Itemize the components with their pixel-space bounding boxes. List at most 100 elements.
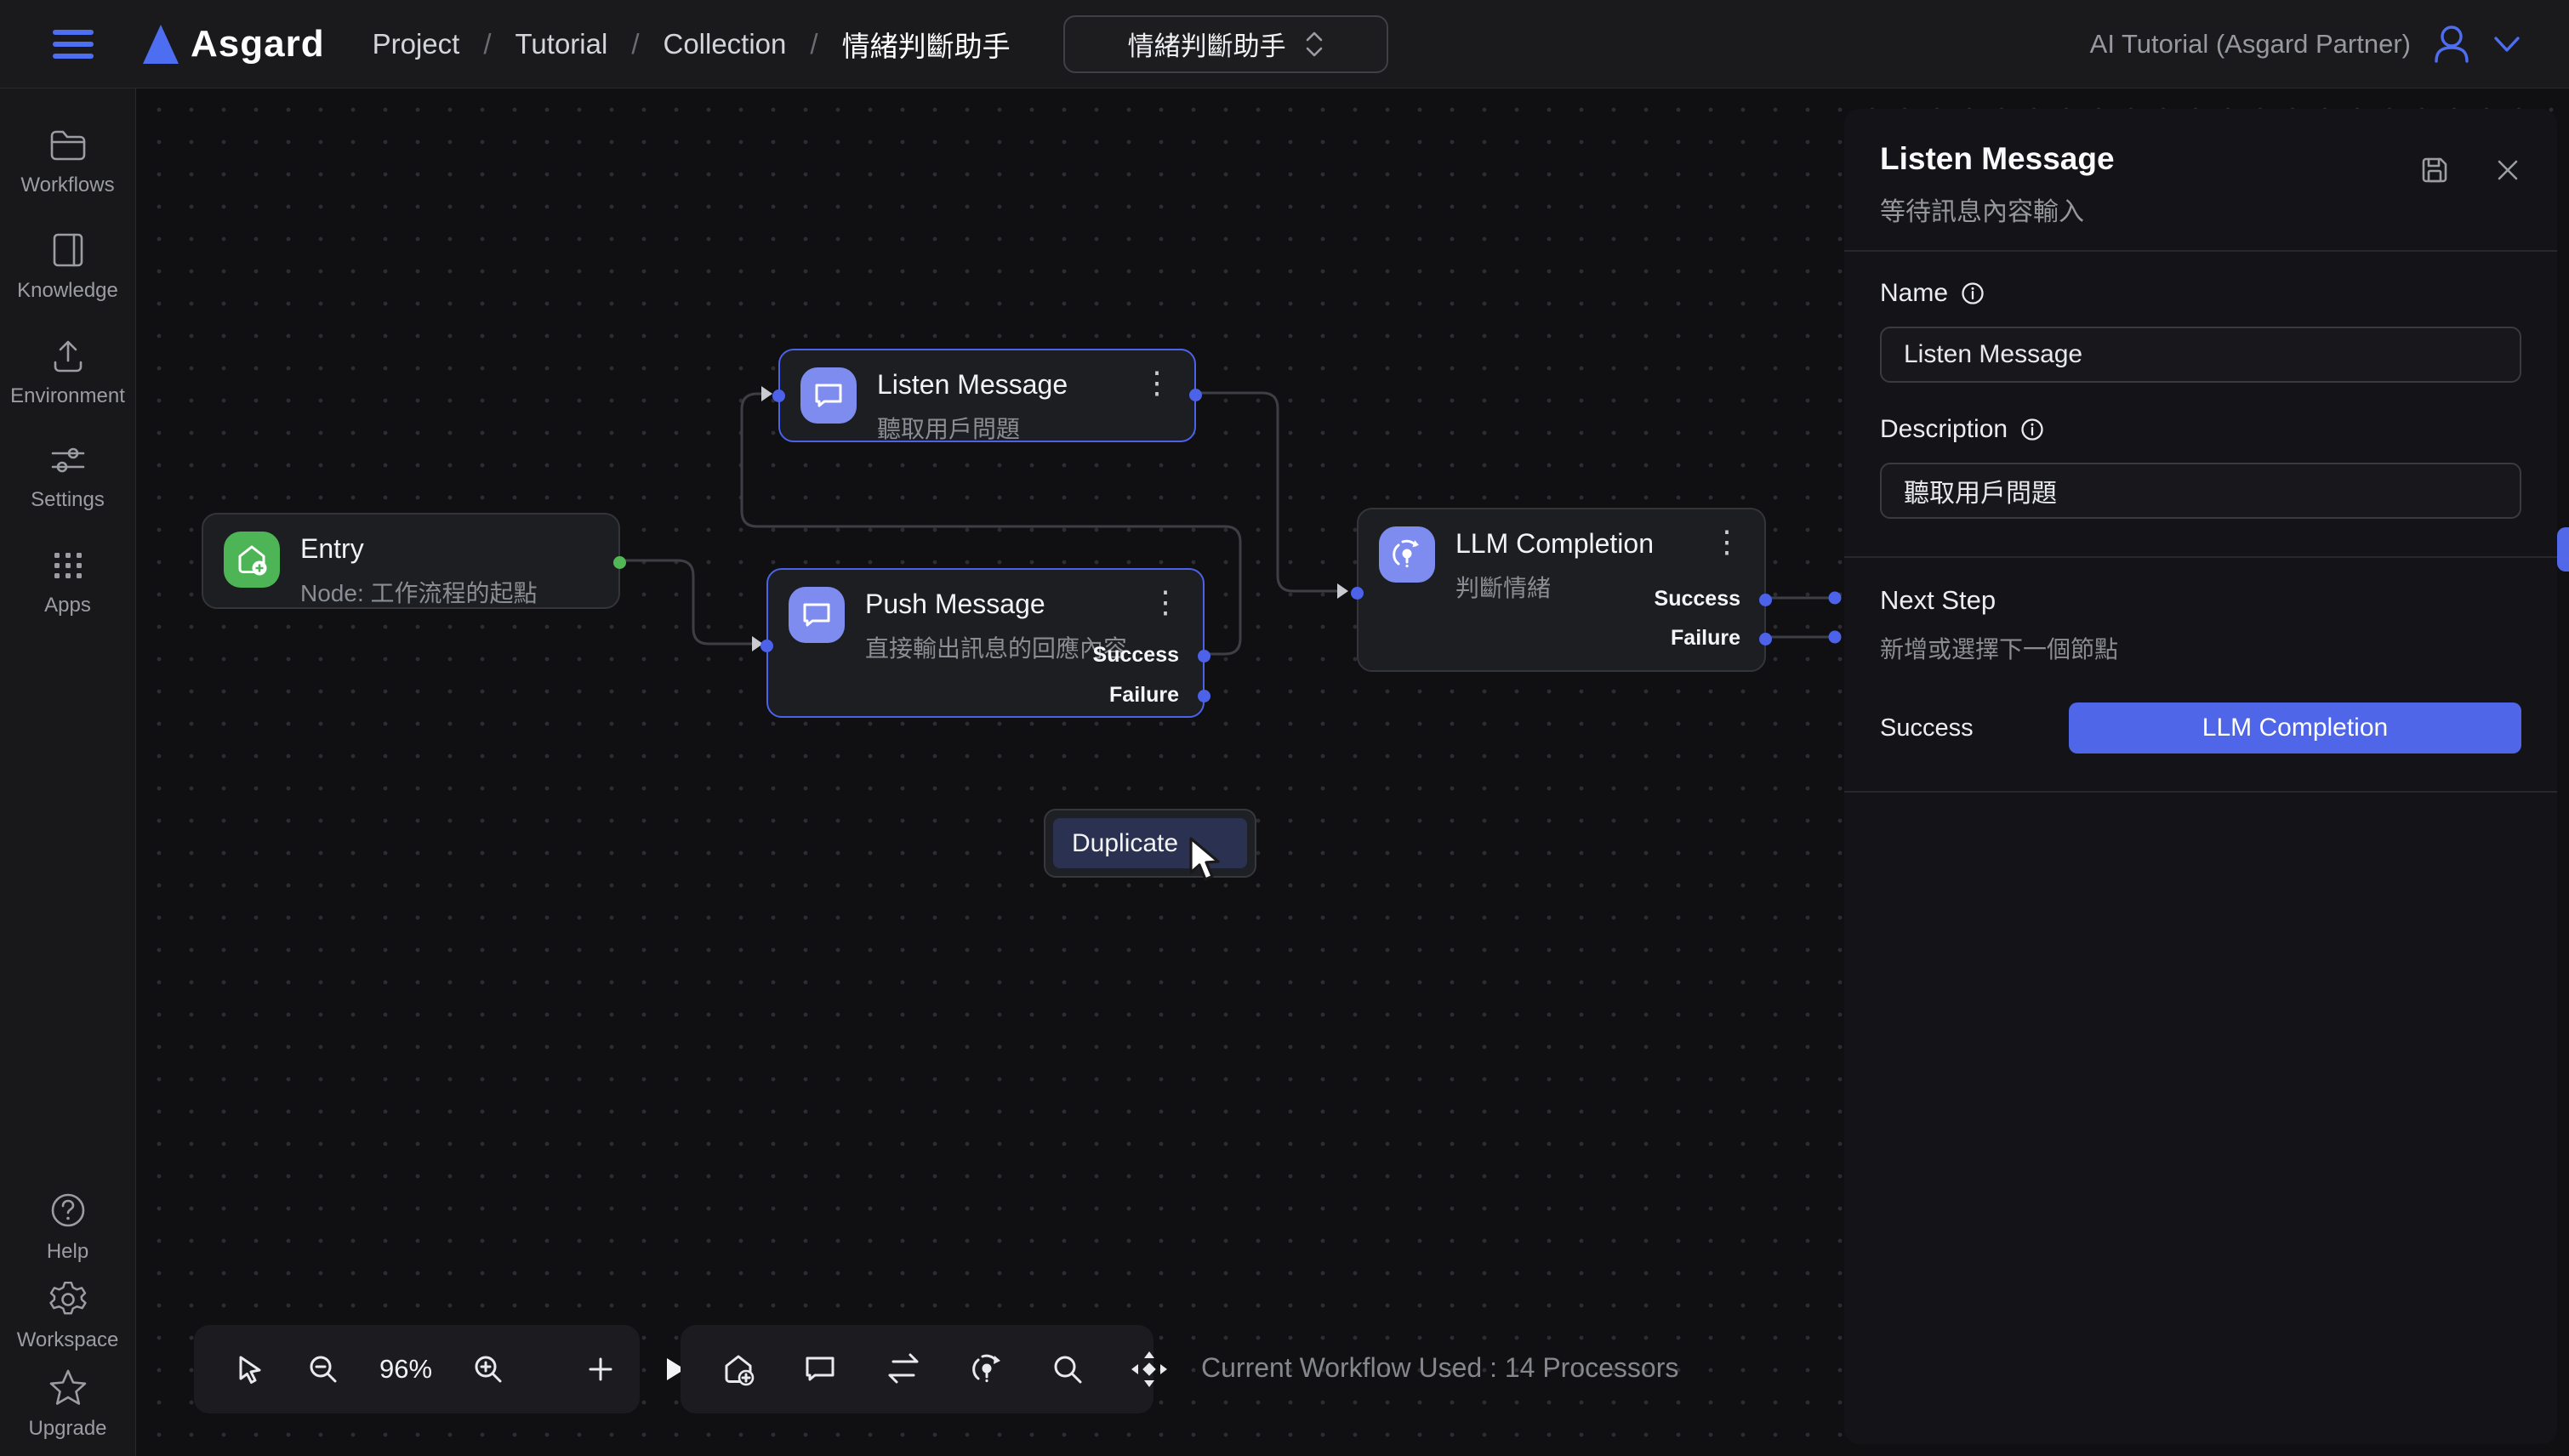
breadcrumb-separator: / bbox=[483, 28, 491, 60]
llm-node-tool[interactable] bbox=[968, 1351, 1005, 1388]
push-message-node-icon bbox=[789, 587, 845, 643]
add-node-button[interactable] bbox=[584, 1352, 618, 1386]
entry-node-icon bbox=[224, 532, 280, 588]
entry-output-port[interactable] bbox=[613, 556, 626, 569]
help-icon bbox=[48, 1191, 88, 1230]
sidebar-item-label: Help bbox=[47, 1240, 88, 1264]
move-tool[interactable] bbox=[1130, 1350, 1169, 1389]
zoom-level-value: 96% bbox=[379, 1354, 432, 1385]
chat-bubble-icon bbox=[801, 1351, 839, 1388]
mouse-cursor bbox=[1184, 835, 1232, 888]
sidebar-item-workflows[interactable]: Workflows bbox=[0, 128, 135, 197]
swap-arrows-icon bbox=[883, 1351, 924, 1388]
select-cursor-button[interactable] bbox=[233, 1352, 267, 1386]
offscreen-node-edge[interactable] bbox=[2557, 527, 2569, 572]
sidebar-item-upgrade[interactable]: Upgrade bbox=[0, 1368, 135, 1441]
output-label-success: Success bbox=[1093, 643, 1179, 668]
menu-icon[interactable] bbox=[53, 30, 94, 59]
push-success-port[interactable] bbox=[1198, 650, 1210, 663]
breadcrumb-collection[interactable]: Collection bbox=[663, 28, 786, 60]
llm-failure-port[interactable] bbox=[1759, 633, 1772, 646]
info-icon[interactable] bbox=[1960, 281, 1985, 306]
brand-name: Asgard bbox=[191, 23, 325, 65]
description-input[interactable] bbox=[1880, 463, 2521, 519]
listen-input-port[interactable] bbox=[772, 390, 785, 402]
breadcrumb-separator: / bbox=[631, 28, 639, 60]
node-subtitle: 聽取用戶問題 bbox=[877, 411, 1068, 445]
node-push-message[interactable]: Push Message 直接輸出訊息的回應內容 ⋮ Success Failu… bbox=[766, 568, 1205, 718]
sidebar-item-workspace[interactable]: Workspace bbox=[0, 1279, 135, 1352]
breadcrumb-project[interactable]: Project bbox=[373, 28, 460, 60]
breadcrumb-tutorial[interactable]: Tutorial bbox=[515, 28, 607, 60]
push-input-port[interactable] bbox=[760, 640, 773, 652]
llm-success-port[interactable] bbox=[1759, 594, 1772, 606]
next-step-subtitle: 新增或選擇下一個節點 bbox=[1880, 631, 2521, 665]
next-step-target-button[interactable]: LLM Completion bbox=[2069, 702, 2521, 754]
plus-icon bbox=[584, 1352, 618, 1386]
node-llm-completion[interactable]: LLM Completion 判斷情緒 ⋮ Success Failure bbox=[1357, 508, 1766, 672]
node-subtitle: 直接輸出訊息的回應內容 bbox=[865, 630, 1127, 664]
sidebar-item-label: Knowledge bbox=[17, 279, 118, 303]
panel-subtitle: 等待訊息內容輸入 bbox=[1880, 191, 2521, 228]
sidebar-item-settings[interactable]: Settings bbox=[0, 442, 135, 512]
zoom-in-button[interactable] bbox=[471, 1352, 505, 1386]
switch-node-tool[interactable] bbox=[883, 1351, 924, 1388]
name-input[interactable] bbox=[1880, 327, 2521, 383]
workflow-selector-dropdown[interactable]: 情緒判斷助手 bbox=[1063, 15, 1388, 73]
breadcrumb-separator: / bbox=[810, 28, 817, 60]
zoom-in-icon bbox=[471, 1352, 505, 1386]
cursor-icon bbox=[233, 1352, 267, 1386]
message-node-tool[interactable] bbox=[801, 1351, 839, 1388]
llm-completion-node-icon bbox=[1379, 526, 1435, 583]
breadcrumb-workflow[interactable]: 情緒判斷助手 bbox=[842, 24, 1011, 65]
sidebar-item-label: Upgrade bbox=[28, 1417, 106, 1441]
panel-next-step-section: Next Step 新增或選擇下一個節點 Success LLM Complet… bbox=[1844, 558, 2557, 791]
output-label-success: Success bbox=[1655, 587, 1740, 611]
user-avatar-icon[interactable] bbox=[2428, 20, 2475, 68]
push-failure-port[interactable] bbox=[1198, 690, 1210, 702]
node-title: Push Message bbox=[865, 589, 1127, 620]
book-icon bbox=[48, 231, 88, 269]
move-icon bbox=[1130, 1350, 1169, 1389]
node-title: Listen Message bbox=[877, 369, 1068, 401]
sidebar-item-help[interactable]: Help bbox=[0, 1191, 135, 1264]
description-field-label: Description bbox=[1880, 415, 2008, 444]
account-menu[interactable]: AI Tutorial (Asgard Partner) bbox=[2090, 20, 2521, 68]
node-entry[interactable]: Entry Node: 工作流程的起點 bbox=[202, 513, 620, 609]
panel-header: Listen Message 等待訊息內容輸入 bbox=[1844, 109, 2557, 250]
asgard-logo-icon bbox=[143, 25, 179, 64]
node-menu-icon[interactable]: ⋮ bbox=[1712, 526, 1742, 557]
save-icon[interactable] bbox=[2418, 153, 2452, 187]
search-icon bbox=[1050, 1351, 1085, 1387]
left-sidebar: Workflows Knowledge Environment Settings bbox=[0, 88, 136, 1456]
node-menu-icon[interactable]: ⋮ bbox=[1150, 587, 1181, 617]
listen-output-port[interactable] bbox=[1189, 389, 1202, 401]
sidebar-item-label: Apps bbox=[44, 594, 91, 617]
sidebar-item-label: Workflows bbox=[20, 173, 114, 197]
sidebar-item-knowledge[interactable]: Knowledge bbox=[0, 231, 135, 303]
chevron-down-icon[interactable] bbox=[2492, 34, 2521, 54]
gear-icon bbox=[48, 1279, 88, 1318]
node-menu-icon[interactable]: ⋮ bbox=[1142, 367, 1172, 398]
search-tool[interactable] bbox=[1050, 1351, 1085, 1387]
sidebar-item-environment[interactable]: Environment bbox=[0, 337, 135, 408]
zoom-out-button[interactable] bbox=[306, 1352, 340, 1386]
llm-icon bbox=[968, 1351, 1005, 1388]
node-title: Entry bbox=[300, 533, 538, 565]
close-icon[interactable] bbox=[2492, 155, 2523, 185]
account-name: AI Tutorial (Asgard Partner) bbox=[2090, 29, 2411, 60]
workflow-selector-label: 情緒判斷助手 bbox=[1128, 25, 1286, 63]
node-title: LLM Completion bbox=[1455, 528, 1654, 560]
breadcrumb: Project / Tutorial / Collection / 情緒判斷助手 bbox=[373, 24, 1011, 65]
llm-input-port[interactable] bbox=[1351, 587, 1364, 600]
upload-icon bbox=[48, 337, 88, 374]
entry-node-tool[interactable] bbox=[720, 1351, 757, 1388]
workflow-usage-status: Current Workflow Used : 14 Processors bbox=[1201, 1352, 1678, 1384]
node-listen-message[interactable]: Listen Message 聽取用戶問題 ⋮ bbox=[778, 349, 1196, 442]
sidebar-item-apps[interactable]: Apps bbox=[0, 546, 135, 617]
next-step-title: Next Step bbox=[1880, 585, 2521, 616]
sliders-icon bbox=[48, 442, 88, 478]
panel-general-section: Name Description bbox=[1844, 252, 2557, 556]
output-label-failure: Failure bbox=[1671, 626, 1740, 651]
info-icon[interactable] bbox=[2019, 417, 2045, 442]
